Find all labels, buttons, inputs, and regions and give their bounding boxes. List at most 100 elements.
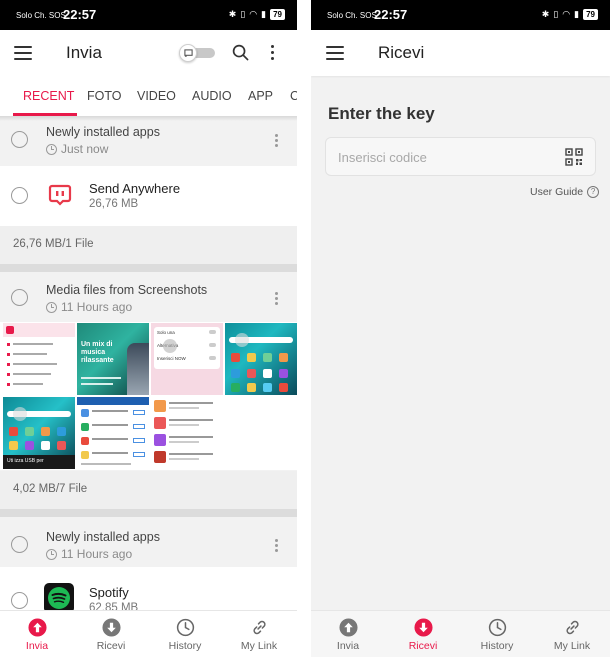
thumbnail[interactable]: Uti izza USB per	[3, 397, 75, 469]
nav-ricevi[interactable]: Ricevi	[386, 611, 460, 657]
item-select-radio[interactable]	[11, 592, 28, 609]
clock-icon	[46, 301, 57, 313]
battery-icon: 79	[270, 9, 285, 20]
app-bar: Ricevi	[311, 30, 610, 76]
summary-text: 26,76 MB/1 File	[13, 238, 94, 250]
help-icon: ?	[587, 186, 600, 198]
history-icon	[488, 618, 507, 637]
nav-history[interactable]: History	[460, 611, 534, 657]
nfc-icon: ▮	[574, 9, 580, 19]
group-select-radio[interactable]	[11, 131, 28, 148]
nav-label: History	[480, 640, 514, 652]
nav-label: Invia	[25, 640, 49, 652]
nav-label: My Link	[553, 640, 591, 652]
thumbnail-text: Inserisci NOW	[157, 356, 186, 361]
upload-icon	[339, 618, 358, 637]
send-anywhere-icon	[48, 184, 72, 206]
group-separator	[0, 509, 297, 517]
group-header[interactable]: Newly installed apps Just now	[0, 116, 297, 166]
page-title: Invia	[66, 43, 102, 62]
app-name: Spotify	[89, 585, 129, 600]
tab-foto[interactable]: FOTO	[87, 89, 122, 103]
group-header[interactable]: Media files from Screenshots 11 Hours ag…	[0, 272, 297, 322]
nav-label: History	[168, 640, 202, 652]
battery-icon: 79	[583, 9, 598, 20]
history-icon	[176, 618, 195, 637]
nav-my-link[interactable]: My Link	[222, 611, 296, 657]
cast-toggle[interactable]	[179, 44, 216, 62]
nav-my-link[interactable]: My Link	[535, 611, 609, 657]
clock-text: 22:57	[374, 7, 408, 22]
qr-code-icon[interactable]	[565, 148, 583, 166]
category-tabs: RECENT FOTO VIDEO AUDIO APP C	[0, 76, 297, 116]
item-select-radio[interactable]	[11, 187, 28, 204]
thumbnail[interactable]: Solo una Alternativa Inserisci NOW	[151, 323, 223, 395]
nfc-icon: ▮	[261, 9, 267, 19]
app-size: 26,76 MB	[89, 198, 139, 210]
list-item[interactable]: Send Anywhere 26,76 MB	[0, 166, 297, 226]
group-title: Media files from Screenshots	[46, 283, 208, 297]
bluetooth-icon: ✱	[541, 9, 550, 19]
tabs-shadow	[0, 116, 297, 121]
bottom-navigation: Invia Ricevi History My Link	[0, 610, 297, 657]
group-time: 11 Hours ago	[46, 300, 132, 314]
group-time-text: 11 Hours ago	[61, 547, 133, 561]
tab-app[interactable]: APP	[248, 89, 273, 103]
user-guide-link[interactable]: User Guide ?	[530, 186, 600, 198]
menu-icon[interactable]	[326, 46, 344, 60]
group-select-radio[interactable]	[11, 536, 28, 553]
group-more-icon[interactable]	[275, 539, 278, 552]
search-icon[interactable]	[232, 44, 249, 61]
app-bar: Invia	[0, 30, 297, 76]
tab-recent[interactable]: RECENT	[23, 89, 74, 103]
nav-history[interactable]: History	[148, 611, 222, 657]
thumbnail[interactable]: Un mix di musica rilassante	[77, 323, 149, 395]
nav-invia[interactable]: Invia	[0, 611, 74, 657]
download-icon	[102, 618, 121, 637]
group-select-radio[interactable]	[11, 289, 28, 306]
carrier-text: Solo Ch. SOS	[16, 11, 66, 20]
tab-audio[interactable]: AUDIO	[192, 89, 232, 103]
nav-invia[interactable]: Invia	[311, 611, 385, 657]
thumbnail[interactable]	[151, 397, 223, 469]
thumbnail[interactable]	[77, 397, 149, 469]
vibrate-icon: ▯	[240, 9, 246, 19]
screenshot-thumbnails: Un mix di musica rilassante Solo una Alt…	[0, 322, 297, 470]
app-name: Send Anywhere	[89, 181, 181, 196]
receive-screen: Solo Ch. SOS 22:57 ✱ ▯ ◠ ▮ 79 Ricevi Ent…	[311, 0, 610, 657]
status-bar: Solo Ch. SOS 22:57 ✱ ▯ ◠ ▮ 79	[311, 0, 610, 30]
tab-more[interactable]: C	[290, 89, 297, 103]
screen-divider	[297, 0, 311, 657]
key-input[interactable]	[338, 147, 558, 167]
cast-icon	[179, 44, 197, 62]
thumbnail[interactable]	[225, 323, 297, 395]
list-item[interactable]: Spotify 62,85 MB	[0, 567, 297, 610]
tab-video[interactable]: VIDEO	[137, 89, 176, 103]
download-icon	[414, 618, 433, 637]
nav-label: Invia	[336, 640, 360, 652]
group-time: Just now	[46, 142, 108, 156]
group-time-text: Just now	[61, 142, 109, 156]
status-icons: ✱ ▯ ◠ ▮ 79	[229, 9, 285, 20]
group-time: 11 Hours ago	[46, 547, 132, 561]
group-more-icon[interactable]	[275, 292, 278, 305]
status-bar: Solo Ch. SOS 22:57 ✱ ▯ ◠ ▮ 79	[0, 0, 297, 30]
group-header[interactable]: Newly installed apps 11 Hours ago	[0, 517, 297, 567]
thumbnail[interactable]	[3, 323, 75, 395]
send-screen: Solo Ch. SOS 22:57 ✱ ▯ ◠ ▮ 79 Invia RECE…	[0, 0, 297, 657]
menu-icon[interactable]	[14, 46, 32, 60]
group-summary: 26,76 MB/1 File	[0, 226, 297, 264]
wifi-icon: ◠	[562, 9, 571, 19]
nav-ricevi[interactable]: Ricevi	[74, 611, 148, 657]
nav-label: Ricevi	[408, 640, 438, 652]
enter-key-heading: Enter the key	[328, 104, 435, 123]
group-more-icon[interactable]	[275, 134, 278, 147]
more-options-icon[interactable]	[271, 45, 275, 61]
wifi-icon: ◠	[249, 9, 258, 19]
clock-icon	[46, 143, 57, 155]
group-separator	[0, 264, 297, 272]
clock-icon	[46, 548, 57, 560]
key-field	[325, 137, 596, 176]
status-icons: ✱ ▯ ◠ ▮ 79	[542, 9, 598, 20]
group-summary: 4,02 MB/7 File	[0, 471, 297, 509]
